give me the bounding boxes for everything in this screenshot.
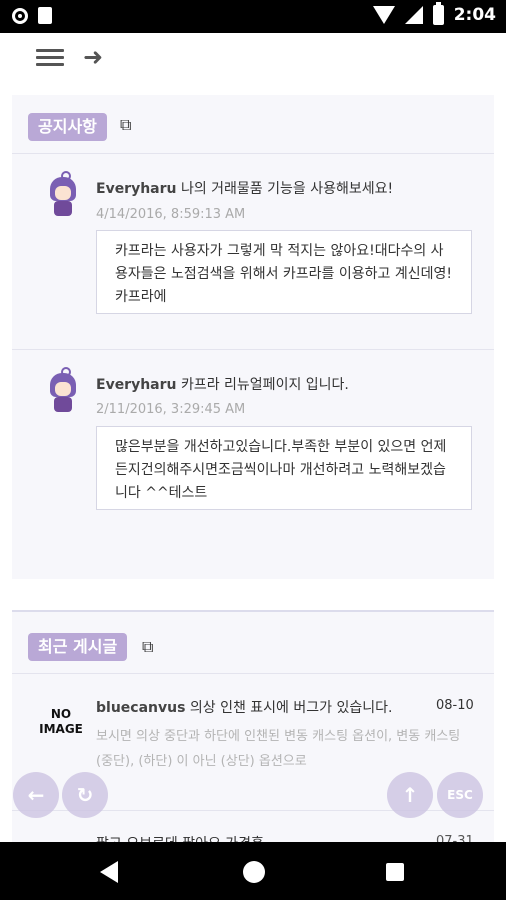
post-date: 2/11/2016, 3:29:45 AM (96, 402, 246, 417)
post-subject: 의상 인챈 표시에 버그가 있습니다. (189, 700, 393, 716)
recent-label[interactable]: 최근 게시글 (28, 633, 128, 661)
nav-home-icon[interactable] (243, 861, 265, 883)
post-title[interactable]: Everyharu 카프라 리뉴얼페이지 입니다. (96, 374, 349, 394)
login-icon[interactable]: ➜ (83, 43, 103, 71)
notice-panel: 공지사항 ⧉ Everyharu 나의 거래물품 기능을 사용해보세요! 4/1… (12, 95, 494, 579)
back-button[interactable]: ← (13, 772, 59, 818)
navigation-bar (0, 842, 506, 900)
notification-circle-icon (12, 7, 28, 24)
esc-button[interactable]: ESC (437, 772, 483, 818)
sd-card-icon (38, 7, 52, 24)
recent-post-title[interactable]: bluecanvus 의상 인챈 표시에 버그가 있습니다. (96, 697, 392, 717)
post-subject: 나의 거래물품 기능을 사용해보세요! (180, 181, 394, 197)
post-title[interactable]: Everyharu 나의 거래물품 기능을 사용해보세요! (96, 178, 393, 198)
notice-label[interactable]: 공지사항 (28, 113, 107, 141)
post-subject: 카프라 리뉴얼페이지 입니다. (180, 377, 349, 393)
recent-post-excerpt: 보시면 의상 중단과 하단에 인챈된 변동 캐스팅 옵션이, 변동 캐스팅 (중… (96, 729, 461, 769)
status-time: 2:04 (453, 5, 496, 25)
post-date: 4/14/2016, 8:59:13 AM (96, 207, 246, 222)
nav-back-icon[interactable] (100, 861, 118, 883)
post-excerpt: 카프라는 사용자가 그렇게 막 적지는 않아요!대다수의 사용자들은 노점검색을… (96, 230, 472, 314)
signal-icon (404, 6, 423, 24)
post-user: Everyharu (96, 377, 177, 393)
nav-recents-icon[interactable] (386, 863, 404, 881)
app-bar: ➜ (0, 33, 506, 93)
divider (12, 349, 494, 350)
avatar (48, 171, 78, 217)
post-excerpt: 많은부분을 개선하고있습니다.부족한 부분이 있으면 언제든지건의해주시면조금씩… (96, 426, 472, 510)
recent-post-date: 08-10 (436, 698, 474, 713)
battery-icon (432, 2, 444, 25)
external-link-icon[interactable]: ⧉ (142, 637, 153, 657)
external-link-icon[interactable]: ⧉ (120, 115, 131, 135)
status-bar: 2:04 (0, 0, 506, 33)
no-image-thumbnail: NO IMAGE (39, 707, 83, 736)
divider (12, 153, 494, 154)
avatar (48, 367, 78, 413)
wifi-icon (372, 6, 395, 24)
post-user: Everyharu (96, 181, 177, 197)
divider (12, 673, 494, 674)
post-user: bluecanvus (96, 700, 186, 716)
refresh-button[interactable]: ↻ (62, 772, 108, 818)
menu-icon[interactable] (36, 46, 64, 70)
scroll-top-button[interactable]: ↑ (387, 772, 433, 818)
